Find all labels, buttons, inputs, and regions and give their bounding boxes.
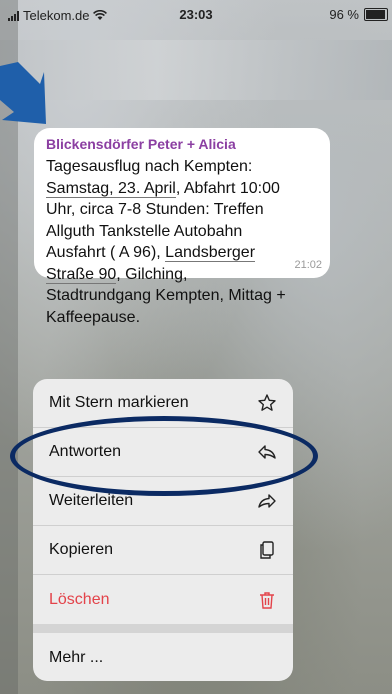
blurred-header [0,40,392,100]
copy-icon [257,540,277,560]
address-link[interactable]: Landsberger [165,244,256,262]
message-line: Kaffeepause. [46,308,141,326]
menu-item-more[interactable]: Mehr ... [33,633,293,681]
annotation-arrow-icon [0,62,46,124]
address-link[interactable]: Straße 90 [46,265,117,284]
menu-item-delete[interactable]: Löschen [33,575,293,624]
sender-name: Blickensdörfer Peter + Alicia [46,136,236,152]
message-text: Tagesausflug nach Kempten: Samstag, 23. … [46,156,318,328]
menu-separator [33,624,293,633]
battery-percentage: 96 % [329,7,359,22]
trash-icon [257,590,277,610]
message-line: Uhr, circa 7-8 Stunden: Treffen [46,201,264,218]
status-bar: Telekom.de 23:03 96 % [0,0,392,28]
message-line: Ausfahrt ( A 96), [46,244,166,261]
menu-item-label: Löschen [49,590,110,608]
message-line: , Abfahrt 10:00 [175,179,280,197]
message-bubble[interactable]: Blickensdörfer Peter + Alicia Tagesausfl… [34,128,330,326]
battery-status: 96 % [329,7,388,22]
menu-item-label: Weiterleiten [49,492,134,509]
star-icon [257,393,277,413]
annotation-ellipse [10,416,318,496]
message-line: Allguth Tankstelle Autobahn [46,222,243,240]
message-line: Stadtrundgang Kempten, Mittag + [46,287,286,304]
menu-item-copy[interactable]: Kopieren [33,526,293,575]
battery-icon [364,8,388,21]
menu-item-label: Mit Stern markieren [49,394,189,411]
menu-item-label: Mehr ... [49,648,104,666]
menu-item-label: Kopieren [49,541,114,558]
message-timestamp: 21:02 [294,259,322,271]
message-line: , Gilching, [116,265,188,283]
forward-icon [257,491,277,511]
date-link[interactable]: Samstag, 23. April [46,179,176,198]
message-line: Tagesausflug nach Kempten: [46,158,253,175]
